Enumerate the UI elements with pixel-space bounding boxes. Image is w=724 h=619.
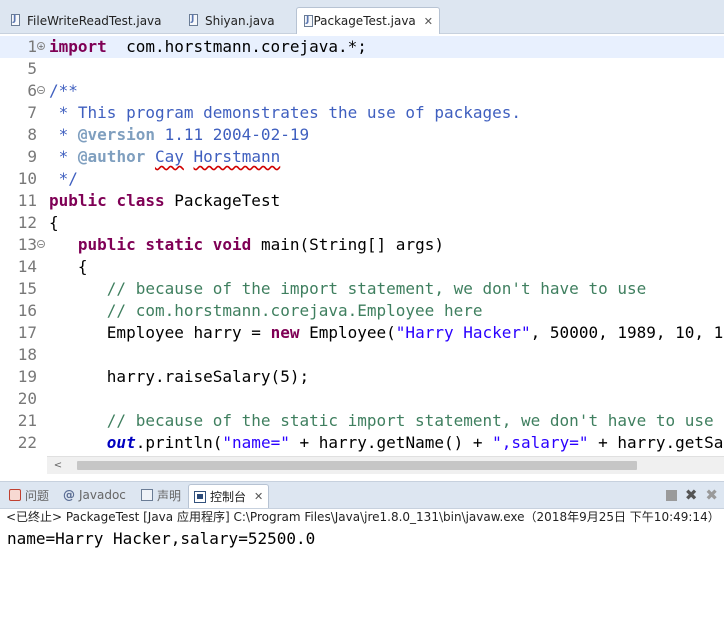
tab-label: PackageTest.java	[313, 14, 416, 28]
tab-console[interactable]: 控制台 ✕	[188, 484, 270, 508]
line-number: 16	[17, 301, 37, 320]
line-number: 21	[17, 411, 37, 430]
line-number: 13	[17, 235, 37, 254]
code-editor[interactable]: 1 + import com.horstmann.corejava.*; 5 6−/**…	[0, 34, 724, 456]
declaration-icon	[141, 489, 153, 501]
code-line[interactable]: 8 * @version 1.11 2004-02-19	[0, 124, 724, 146]
line-number: 7	[27, 103, 37, 122]
editor-horizontal-scrollbar[interactable]: <	[47, 456, 724, 474]
javadoc-icon: @	[63, 488, 75, 502]
tab-label: 控制台	[210, 490, 247, 504]
close-icon[interactable]: ✕	[424, 15, 433, 28]
code-line[interactable]: 20	[0, 388, 724, 410]
code-line[interactable]: 13− public static void main(String[] arg…	[0, 234, 724, 256]
scrollbar-thumb[interactable]	[77, 461, 637, 470]
tab-filewritereadtest[interactable]: FileWriteReadTest.java	[4, 8, 168, 33]
tab-problems[interactable]: 问题	[4, 484, 54, 506]
code-line[interactable]: 18	[0, 344, 724, 366]
code-line[interactable]: 14 {	[0, 256, 724, 278]
line-number: 17	[17, 323, 37, 342]
code-line[interactable]: 17 Employee harry = new Employee("Harry …	[0, 322, 724, 344]
line-number: 15	[17, 279, 37, 298]
code-text: // because of the static import statemen…	[106, 411, 724, 430]
line-number: 12	[17, 213, 37, 232]
tab-label: 问题	[25, 488, 50, 503]
code-line[interactable]: 1 + import com.horstmann.corejava.*;	[0, 36, 724, 58]
terminate-icon[interactable]	[665, 489, 677, 501]
code-text: out.println("name=" + harry.getName() + …	[106, 433, 724, 452]
problems-icon	[9, 489, 21, 501]
remove-all-terminated-icon[interactable]: ✖	[705, 486, 718, 504]
tab-packagetest[interactable]: PackageTest.java ✕	[296, 7, 440, 34]
code-text: */	[49, 169, 78, 188]
fold-expand-icon[interactable]: +	[37, 42, 45, 51]
fold-collapse-icon[interactable]: −	[37, 240, 45, 249]
code-text: * @author Cay Horstmann	[49, 147, 281, 166]
code-text: Employee harry = new Employee("Harry Hac…	[49, 323, 724, 342]
tab-javadoc[interactable]: @ Javadoc	[58, 484, 131, 506]
line-number: 6	[27, 81, 37, 100]
console-status-line: <已终止> PackageTest [Java 应用程序] C:\Program…	[6, 510, 720, 524]
code-line[interactable]: 15 // because of the import statement, w…	[0, 278, 724, 300]
scroll-left-arrow-icon[interactable]: <	[51, 457, 65, 474]
code-line[interactable]: 6−/**	[0, 80, 724, 102]
tab-label: FileWriteReadTest.java	[27, 13, 162, 28]
fold-collapse-icon[interactable]: −	[37, 86, 45, 95]
line-number: 20	[17, 389, 37, 408]
code-text: * @version 1.11 2004-02-19	[49, 125, 310, 144]
console-toolbar: ✖ ✖	[665, 486, 718, 504]
code-line[interactable]: 9 * @author Cay Horstmann	[0, 146, 724, 168]
remove-launch-icon[interactable]: ✖	[685, 486, 698, 504]
line-number: 1	[27, 37, 37, 56]
line-number: 10	[17, 169, 37, 188]
code-text: * This program demonstrates the use of p…	[49, 103, 522, 122]
code-line[interactable]: 21 // because of the static import state…	[0, 410, 724, 432]
editor-tab-bar: FileWriteReadTest.java Shiyan.java Packa…	[0, 0, 724, 34]
line-number: 19	[17, 367, 37, 386]
code-text: // because of the import statement, we d…	[106, 279, 647, 298]
code-text: public class PackageTest	[49, 191, 281, 210]
bottom-panel-tab-bar: 问题 @ Javadoc 声明 控制台 ✕ ✖ ✖	[0, 481, 724, 509]
code-line[interactable]: 7 * This program demonstrates the use of…	[0, 102, 724, 124]
console-icon	[194, 490, 206, 503]
line-number: 8	[27, 125, 37, 144]
java-file-icon	[10, 14, 23, 27]
tab-label: Javadoc	[79, 488, 126, 502]
close-icon[interactable]: ✕	[254, 490, 263, 503]
line-number: 18	[17, 345, 37, 364]
line-number: 5	[27, 59, 37, 78]
code-text: {	[49, 257, 88, 276]
line-number: 9	[27, 147, 37, 166]
line-number: 14	[17, 257, 37, 276]
code-line[interactable]: 5	[0, 58, 724, 80]
code-line[interactable]: 11 public class PackageTest	[0, 190, 724, 212]
tab-declaration[interactable]: 声明	[136, 484, 186, 506]
code-text: {	[49, 213, 59, 232]
code-text: harry.raiseSalary(5);	[49, 367, 310, 386]
code-line[interactable]: 16 // com.horstmann.corejava.Employee he…	[0, 300, 724, 322]
tab-label: Shiyan.java	[205, 13, 275, 28]
code-text: public static void main(String[] args)	[77, 235, 444, 254]
console-output[interactable]: name=Harry Hacker,salary=52500.0	[7, 528, 315, 550]
tab-shiyan[interactable]: Shiyan.java	[182, 8, 281, 33]
code-line[interactable]: 19 harry.raiseSalary(5);	[0, 366, 724, 388]
code-text: /**	[49, 81, 78, 100]
code-text: // com.horstmann.corejava.Employee here	[106, 301, 483, 320]
code-text: import com.horstmann.corejava.*;	[49, 37, 367, 56]
code-line[interactable]: 22 out.println("name=" + harry.getName()…	[0, 432, 724, 454]
line-number: 22	[17, 433, 37, 452]
line-number: 11	[17, 191, 37, 210]
tab-label: 声明	[157, 488, 182, 503]
code-line[interactable]: 10 */	[0, 168, 724, 190]
java-file-icon	[188, 14, 201, 27]
code-line[interactable]: 12 {	[0, 212, 724, 234]
java-file-icon	[303, 14, 314, 28]
